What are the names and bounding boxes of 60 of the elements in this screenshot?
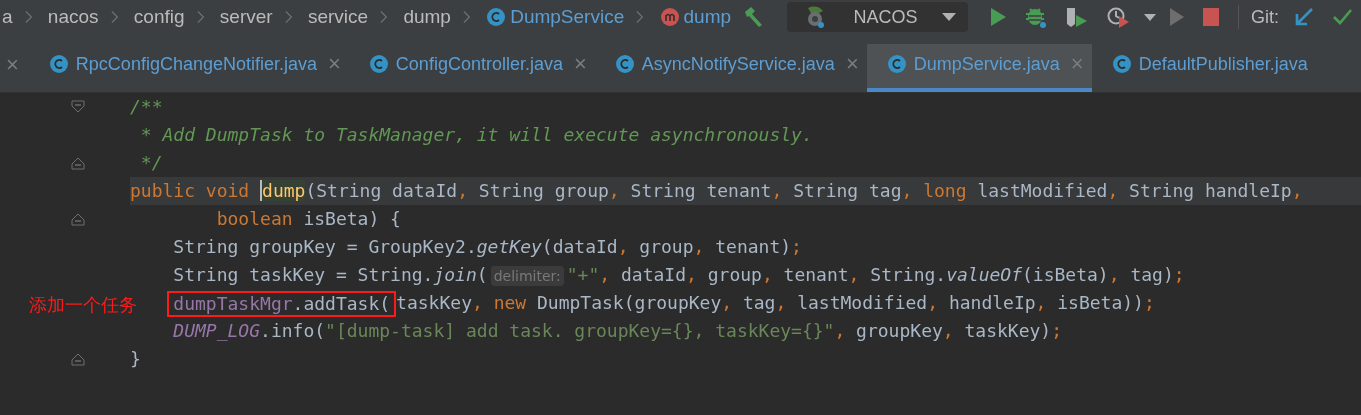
- code-line: /**: [130, 95, 164, 119]
- debug-icon[interactable]: [1025, 6, 1048, 28]
- chevron-icon: [110, 10, 118, 24]
- breadcrumb[interactable]: dump: [657, 6, 734, 28]
- code-line: String taskKey = String.join( delimiter: "+", dataId, group, tenant, String.valueOf(isBeta), tag);: [172, 263, 1186, 288]
- caret-icon[interactable]: [1144, 13, 1157, 21]
- breadcrumb[interactable]: service: [305, 6, 371, 28]
- breadcrumb[interactable]: a: [0, 6, 15, 28]
- editor-tab[interactable]: DumpService.java ×: [866, 44, 1092, 92]
- git-label: Git:: [1250, 6, 1279, 28]
- code-line: String groupKey = GroupKey2.getKey(dataId, group, tenant);: [172, 235, 803, 259]
- close-button[interactable]: ×: [1066, 51, 1084, 77]
- class-icon: [886, 54, 907, 74]
- close-button[interactable]: ×: [841, 51, 859, 77]
- code-line: boolean isBeta) {: [215, 207, 402, 231]
- class-icon: [486, 7, 507, 27]
- update-arrow-icon[interactable]: [1293, 7, 1314, 27]
- method-icon: [659, 7, 680, 27]
- breadcrumb[interactable]: nacos: [45, 6, 101, 28]
- class-icon: [368, 54, 389, 74]
- close-button[interactable]: ×: [0, 52, 29, 92]
- caret-icon: [942, 13, 957, 21]
- close-button[interactable]: ×: [324, 51, 341, 77]
- fold-icon[interactable]: [71, 156, 85, 170]
- tab-label: ConfigController.java: [395, 53, 563, 75]
- run-icon[interactable]: [989, 7, 1008, 27]
- editor-tab[interactable]: RpcConfigChangeNotifier.java ×: [28, 44, 349, 92]
- editor-tab[interactable]: DefaultPublisher.java: [1091, 44, 1316, 92]
- breadcrumb[interactable]: DumpService: [484, 6, 627, 28]
- tab-label: DefaultPublisher.java: [1138, 53, 1308, 75]
- checkmark-icon[interactable]: [1331, 8, 1352, 26]
- fold-icon[interactable]: [71, 352, 85, 366]
- chevron-icon: [284, 10, 292, 24]
- code-line: }: [130, 347, 142, 371]
- breadcrumb[interactable]: dump: [401, 6, 453, 28]
- tab-label: AsyncNotifyService.java: [641, 53, 835, 75]
- breadcrumb[interactable]: server: [217, 6, 275, 28]
- code-line: */: [139, 151, 164, 175]
- fold-icon[interactable]: [71, 212, 85, 226]
- editor-tab[interactable]: ConfigController.java ×: [348, 44, 595, 92]
- tab-label: RpcConfigChangeNotifier.java: [75, 53, 317, 75]
- highlight-box: dumpTaskMgr.addTask(: [167, 291, 397, 317]
- class-icon: [48, 54, 69, 74]
- play-icon[interactable]: [1169, 7, 1186, 27]
- class-icon: [614, 54, 635, 74]
- editor-tab[interactable]: AsyncNotifyService.java ×: [594, 44, 867, 92]
- class-icon: [1111, 54, 1132, 74]
- chevron-icon: [380, 10, 388, 24]
- code-line: DUMP_LOG.info("[dump-task] add task. groupKey={}, taskKey={}", groupKey, taskKey);: [172, 319, 1064, 343]
- chevron-icon: [24, 10, 32, 24]
- chevron-icon: [196, 10, 204, 24]
- code-line: * Add DumpTask to TaskManager, it will execute asynchronously.: [139, 123, 814, 147]
- run-configuration-dropdown[interactable]: NACOS: [787, 2, 969, 32]
- breadcrumb[interactable]: config: [131, 6, 187, 28]
- close-button[interactable]: ×: [569, 51, 587, 77]
- tab-label: DumpService.java: [913, 53, 1060, 75]
- chevron-icon: [462, 10, 471, 24]
- chevron-icon: [636, 10, 644, 24]
- stop-icon[interactable]: [1203, 8, 1220, 26]
- fold-icon[interactable]: [71, 100, 85, 114]
